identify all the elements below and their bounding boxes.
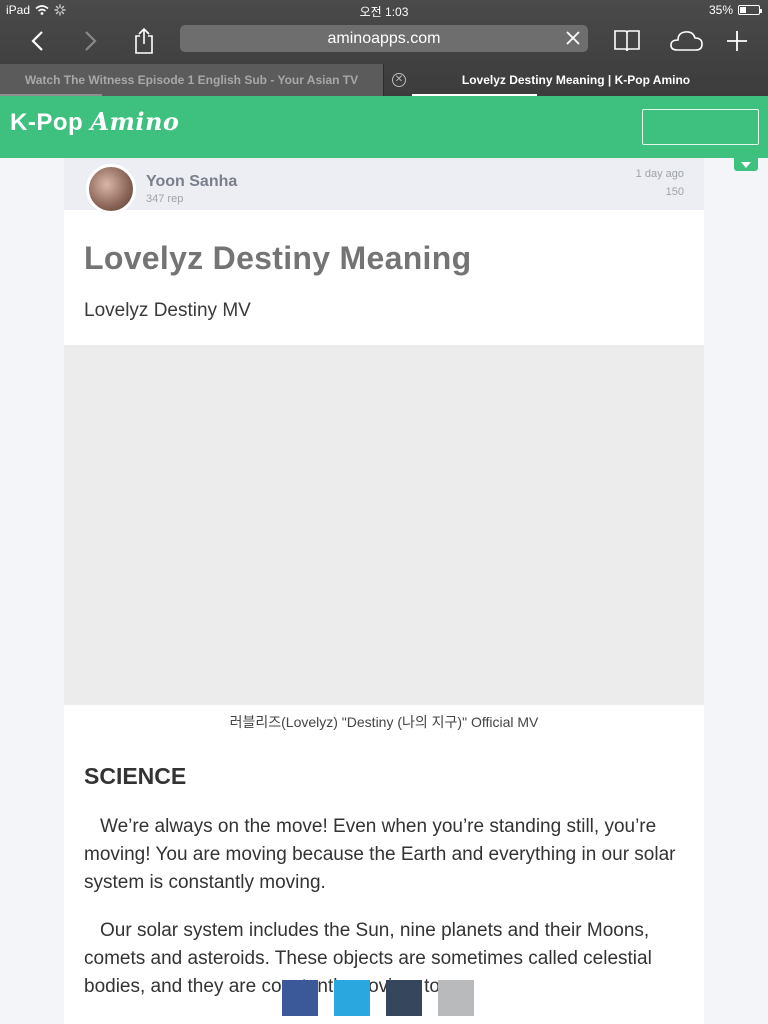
tumblr-share-button[interactable] [386, 980, 422, 1016]
status-time: 오전 1:03 [359, 5, 409, 19]
app-logo[interactable]: K-Pop Amino [10, 107, 179, 137]
tab-witness[interactable]: Watch The Witness Episode 1 English Sub … [0, 64, 384, 96]
author-bar: Yoon Sanha 347 rep 1 day ago 150 [64, 158, 704, 214]
post-title: Lovelyz Destiny Meaning [84, 240, 472, 276]
post-subtitle: Lovelyz Destiny MV [84, 300, 251, 321]
logo-text: K-Pop [10, 109, 91, 136]
new-tab-button[interactable] [720, 24, 754, 58]
back-button[interactable] [20, 24, 54, 58]
browser-chrome: iPad 오전 1:03 35% aminoapps.com Watch The… [0, 0, 768, 96]
twitter-share-button[interactable] [334, 980, 370, 1016]
video-caption: 러블리즈(Lovelyz) "Destiny (나의 지구)" Official… [229, 714, 539, 730]
section-heading: SCIENCE [84, 763, 187, 789]
book-icon [614, 30, 640, 52]
logo-script-text: Amino [90, 107, 180, 136]
share-button[interactable] [127, 24, 161, 58]
tab-kpop-amino[interactable]: ✕ Lovelyz Destiny Meaning | K-Pop Amino [384, 64, 768, 96]
app-header: K-Pop Amino [0, 96, 768, 158]
icloud-tabs-button[interactable] [666, 24, 706, 58]
facebook-share-button[interactable] [282, 980, 318, 1016]
post-card: Yoon Sanha 347 rep 1 day ago 150 Lovelyz… [64, 158, 704, 1024]
header-dropdown-toggle[interactable] [734, 158, 758, 171]
forward-button[interactable] [74, 24, 108, 58]
author-name[interactable]: Yoon Sanha [146, 173, 237, 191]
tab-title: Watch The Witness Episode 1 English Sub … [24, 73, 359, 87]
status-bar: iPad 오전 1:03 35% [0, 0, 768, 20]
post-timestamp: 1 day ago [635, 168, 684, 180]
more-share-button[interactable] [438, 980, 474, 1016]
browser-toolbar: aminoapps.com [0, 20, 768, 62]
battery-icon [738, 5, 762, 15]
avatar[interactable] [86, 164, 136, 214]
close-icon[interactable] [564, 29, 582, 47]
header-action-button[interactable] [642, 109, 759, 145]
view-count: 150 [665, 186, 684, 198]
bookmarks-button[interactable] [610, 24, 644, 58]
body-paragraph: We’re always on the move! Even when you’… [84, 816, 676, 893]
video-embed[interactable] [64, 345, 704, 705]
chevron-right-icon [85, 31, 97, 51]
author-reputation: 347 rep [146, 193, 184, 205]
tab-bar: Watch The Witness Episode 1 English Sub … [0, 64, 768, 96]
caret-down-icon [741, 161, 751, 168]
tab-title: Lovelyz Destiny Meaning | K-Pop Amino [461, 73, 691, 87]
share-icon [135, 27, 153, 54]
close-tab-icon[interactable]: ✕ [392, 73, 406, 87]
url-text: aminoapps.com [327, 29, 441, 47]
address-bar[interactable]: aminoapps.com [180, 25, 588, 52]
chevron-left-icon [31, 31, 43, 51]
plus-icon [727, 31, 747, 51]
battery-percent: 35% [708, 3, 733, 17]
cloud-icon [670, 31, 703, 51]
